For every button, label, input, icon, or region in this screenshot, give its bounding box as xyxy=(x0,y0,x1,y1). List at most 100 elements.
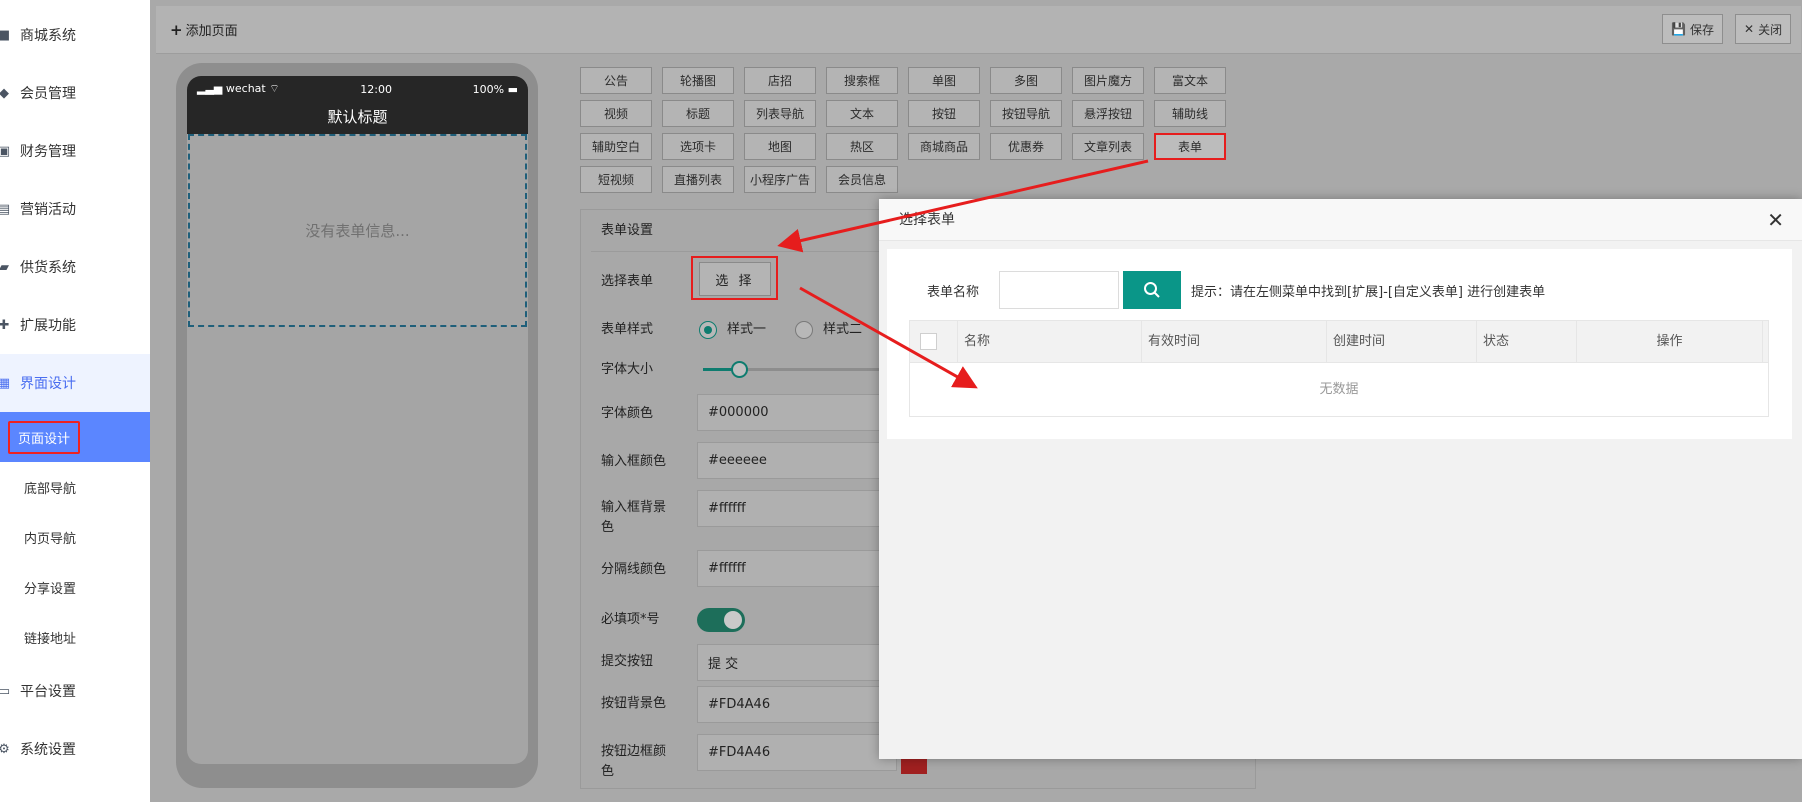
input-bg-input[interactable]: #ffffff xyxy=(697,490,897,527)
style-two-radio[interactable] xyxy=(795,321,813,339)
component-button[interactable]: 地图 xyxy=(744,133,816,160)
column-valid-time: 有效时间 xyxy=(1142,321,1327,362)
phone-preview: ▂▃▅ wechat ⌔ 12:00 100% ▬ 默认标题 没有表单信息... xyxy=(176,63,538,788)
truck-icon: ▰ xyxy=(0,259,9,275)
component-button[interactable]: 标题 xyxy=(662,100,734,127)
select-form-button[interactable]: 选 择 xyxy=(699,262,771,296)
component-button[interactable]: 视频 xyxy=(580,100,652,127)
sidebar-item-label: 财务管理 xyxy=(20,144,76,160)
component-button[interactable]: 辅助线 xyxy=(1154,100,1226,127)
sidebar-subitem-label: 链接地址 xyxy=(24,631,77,647)
button-bg-input[interactable]: #FD4A46 xyxy=(697,686,897,723)
form-name-input[interactable] xyxy=(999,271,1119,309)
component-button[interactable]: 文本 xyxy=(826,100,898,127)
component-button[interactable]: 文章列表 xyxy=(1072,133,1144,160)
divider-color-input[interactable]: #ffffff xyxy=(697,550,897,587)
gift-icon: ▤ xyxy=(0,201,11,217)
sidebar-item-system[interactable]: ⚙ 系统设置 xyxy=(0,720,150,778)
sidebar-item-label: 营销活动 xyxy=(20,202,76,218)
component-button[interactable]: 按钮导航 xyxy=(990,100,1062,127)
component-button[interactable]: 单图 xyxy=(908,67,980,94)
clock-text: 12:00 xyxy=(360,82,392,96)
style-two-text: 样式二 xyxy=(823,322,863,337)
sidebar-item-label: 商城系统 xyxy=(20,28,76,44)
table-header: 名称 有效时间 创建时间 状态 操作 xyxy=(910,321,1768,363)
required-mark-toggle[interactable] xyxy=(697,608,745,632)
monitor-icon: ▭ xyxy=(0,683,11,699)
component-button[interactable]: 店招 xyxy=(744,67,816,94)
modal-close-icon[interactable]: ✕ xyxy=(1767,199,1784,241)
input-color-input[interactable]: #eeeeee xyxy=(697,442,897,479)
component-button[interactable]: 公告 xyxy=(580,67,652,94)
modal-header: 选择表单 ✕ xyxy=(879,199,1802,241)
select-form-modal: 选择表单 ✕ 表单名称 提示：请在左侧菜单中找到[扩展]-[自定义表单] 进行创… xyxy=(879,199,1802,759)
select-all-cell xyxy=(910,321,958,362)
component-button[interactable]: 图片魔方 xyxy=(1072,67,1144,94)
modal-title: 选择表单 xyxy=(899,212,955,228)
component-button[interactable]: 富文本 xyxy=(1154,67,1226,94)
font-size-slider-thumb[interactable] xyxy=(731,361,748,378)
carrier-text: ▂▃▅ wechat ⌔ xyxy=(197,82,280,95)
component-button[interactable]: 搜索框 xyxy=(826,67,898,94)
component-button[interactable]: 轮播图 xyxy=(662,67,734,94)
sidebar-item-platform[interactable]: ▭ 平台设置 xyxy=(0,662,150,720)
component-button[interactable]: 短视频 xyxy=(580,166,652,193)
sidebar-subitem-label: 底部导航 xyxy=(24,481,77,497)
column-name: 名称 xyxy=(958,321,1142,362)
required-mark-label: 必填项*号 xyxy=(601,612,660,627)
sidebar-subitem-page-design[interactable]: 页面设计 xyxy=(0,412,150,462)
phone-page-title: 默认标题 xyxy=(187,102,528,134)
component-button[interactable]: 多图 xyxy=(990,67,1062,94)
submit-button-input[interactable]: 提 交 xyxy=(697,644,897,681)
sidebar-item-supply[interactable]: ▰ 供货系统 xyxy=(0,238,150,296)
font-color-label: 字体颜色 xyxy=(601,406,654,421)
sidebar-item-members[interactable]: ◆ 会员管理 xyxy=(0,64,150,122)
component-button[interactable]: 选项卡 xyxy=(662,133,734,160)
form-table: 名称 有效时间 创建时间 状态 操作 无数据 xyxy=(909,320,1769,417)
gear-icon: ⚙ xyxy=(0,741,10,757)
component-button[interactable]: 按钮 xyxy=(908,100,980,127)
style-one-radio[interactable] xyxy=(699,321,717,339)
component-button[interactable]: 直播列表 xyxy=(662,166,734,193)
close-button[interactable]: ✕ 关闭 xyxy=(1735,14,1792,44)
form-placeholder[interactable]: 没有表单信息... xyxy=(188,134,527,327)
search-button[interactable] xyxy=(1123,271,1181,309)
phone-screen: ▂▃▅ wechat ⌔ 12:00 100% ▬ 默认标题 没有表单信息... xyxy=(187,76,528,764)
component-button[interactable]: 商城商品 xyxy=(908,133,980,160)
sidebar-item-label: 会员管理 xyxy=(20,86,76,102)
sidebar-subitem-bottom-nav[interactable]: 底部导航 xyxy=(0,462,150,512)
sidebar-subitem-share[interactable]: 分享设置 xyxy=(0,562,150,612)
sidebar-item-label: 供货系统 xyxy=(20,260,76,276)
wifi-icon: ⌔ xyxy=(269,82,280,95)
button-border-input[interactable]: #FD4A46 xyxy=(697,734,897,771)
select-all-checkbox[interactable] xyxy=(920,333,937,350)
component-button[interactable]: 优惠券 xyxy=(990,133,1062,160)
component-button[interactable]: 悬浮按钮 xyxy=(1072,100,1144,127)
sidebar-item-finance[interactable]: ▣ 财务管理 xyxy=(0,122,150,180)
button-border-label: 按钮边框颜色 xyxy=(601,744,667,779)
component-button[interactable]: 热区 xyxy=(826,133,898,160)
sidebar-item-label: 系统设置 xyxy=(20,742,76,758)
component-button[interactable]: 列表导航 xyxy=(744,100,816,127)
component-button[interactable]: 表单 xyxy=(1154,133,1226,160)
component-button[interactable]: 会员信息 xyxy=(826,166,898,193)
battery-text: 100% ▬ xyxy=(472,82,518,96)
grid-icon: ▦ xyxy=(0,375,11,391)
font-color-input[interactable]: #000000 xyxy=(697,394,897,431)
sidebar-subitem-inner-nav[interactable]: 内页导航 xyxy=(0,512,150,562)
plus-icon: + xyxy=(170,21,183,39)
close-icon: ✕ xyxy=(1744,22,1755,36)
empty-table-text: 无数据 xyxy=(1319,382,1359,397)
column-created-time: 创建时间 xyxy=(1327,321,1477,362)
top-toolbar xyxy=(156,6,1801,54)
save-button[interactable]: 💾 保存 xyxy=(1662,14,1723,44)
sidebar-item-mall[interactable]: ■ 商城系统 xyxy=(0,6,150,64)
sidebar-item-marketing[interactable]: ▤ 营销活动 xyxy=(0,180,150,238)
add-page-button[interactable]: + 添加页面 xyxy=(170,20,238,39)
sidebar-subitem-links[interactable]: 链接地址 xyxy=(0,612,150,662)
sidebar-item-label: 平台设置 xyxy=(20,684,76,700)
component-button[interactable]: 辅助空白 xyxy=(580,133,652,160)
component-button[interactable]: 小程序广告 xyxy=(744,166,816,193)
sidebar-item-ui-design[interactable]: ▦ 界面设计 xyxy=(0,354,150,412)
sidebar-item-extensions[interactable]: ✚ 扩展功能 xyxy=(0,296,150,354)
